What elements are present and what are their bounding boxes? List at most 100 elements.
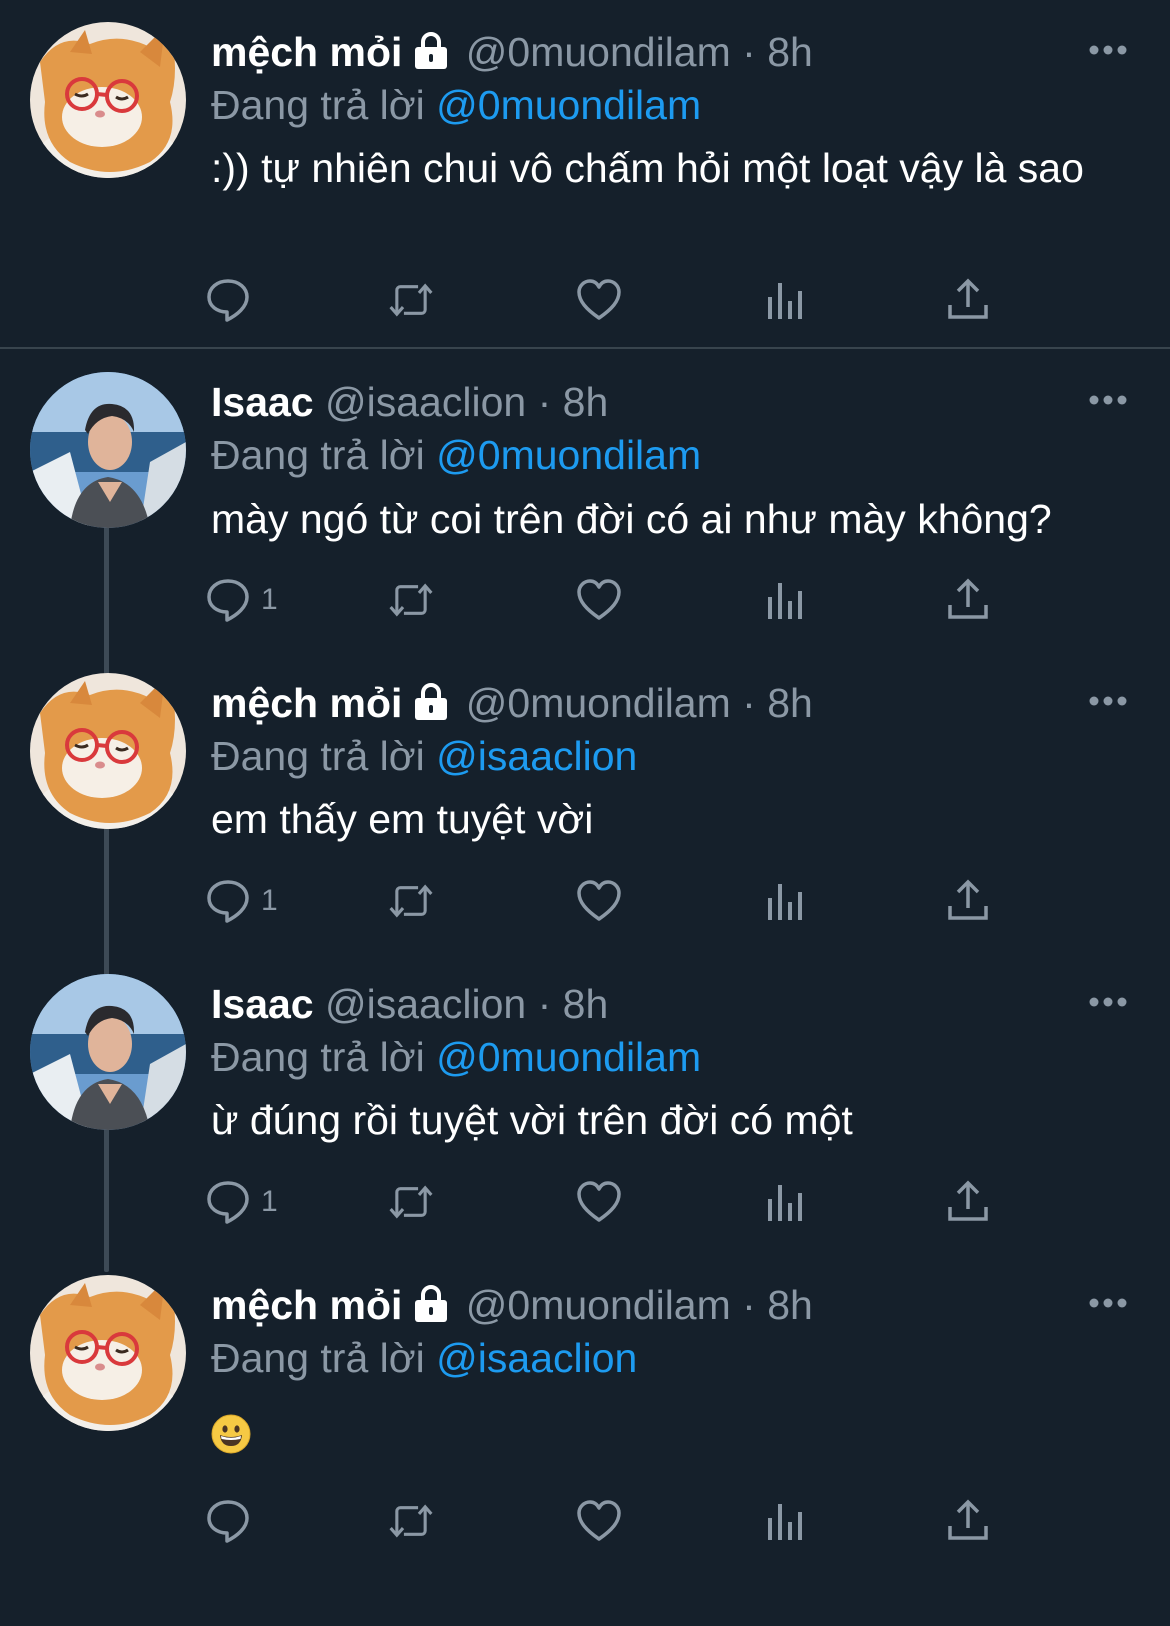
man-avatar <box>30 372 186 528</box>
replying-to: Đang trả lời @isaaclion <box>211 1332 637 1384</box>
cat-avatar <box>30 1275 186 1431</box>
avatar[interactable] <box>30 1275 186 1431</box>
retweet-button[interactable] <box>388 876 434 926</box>
reply-icon <box>207 279 249 322</box>
retweet-icon <box>389 1504 433 1538</box>
avatar[interactable] <box>30 372 186 528</box>
more-icon[interactable] <box>1088 394 1128 406</box>
views-button[interactable] <box>762 275 808 325</box>
views-button[interactable] <box>762 876 808 926</box>
reply-count: 1 <box>261 583 278 616</box>
timestamp[interactable]: 8h <box>767 29 813 75</box>
handle[interactable]: @0muondilam <box>466 1282 731 1328</box>
tweet-actions: 1 <box>0 876 1170 926</box>
replying-to-label: Đang trả lời <box>211 733 425 779</box>
tweet-header: Isaac @isaaclion · 8h <box>211 978 608 1030</box>
timestamp[interactable]: 8h <box>767 680 813 726</box>
tweet-text: ừ đúng rồi tuyệt vời trên đời có một <box>211 1097 853 1143</box>
tweet[interactable]: Isaac @isaaclion · 8h Đang trả lời @0muo… <box>0 952 1170 1252</box>
handle[interactable]: @isaaclion <box>325 379 526 425</box>
share-icon <box>948 879 988 920</box>
reply-button[interactable]: 1 <box>205 1177 278 1227</box>
retweet-button[interactable] <box>388 275 434 325</box>
avatar[interactable] <box>30 673 186 829</box>
display-name[interactable]: mệch mỏi <box>211 29 402 75</box>
timestamp[interactable]: 8h <box>767 1282 813 1328</box>
mention-link[interactable]: @isaaclion <box>436 1335 637 1381</box>
reply-button[interactable] <box>205 1496 261 1546</box>
tweet-actions <box>0 1496 1170 1546</box>
more-icon[interactable] <box>1088 695 1128 707</box>
reply-count: 1 <box>261 1185 278 1218</box>
views-icon <box>768 583 802 619</box>
tweet[interactable]: mệch mỏi @0muondilam · 8h Đang trả lời @… <box>0 1253 1170 1626</box>
lock-icon <box>415 683 448 721</box>
views-button[interactable] <box>762 1496 808 1546</box>
separator: · <box>742 29 756 75</box>
share-button[interactable] <box>945 575 991 625</box>
avatar[interactable] <box>30 22 186 178</box>
views-button[interactable] <box>762 575 808 625</box>
share-icon <box>948 1180 988 1221</box>
replying-to-label: Đang trả lời <box>211 1034 425 1080</box>
like-button[interactable] <box>576 575 622 625</box>
like-button[interactable] <box>576 1496 622 1546</box>
tweet[interactable]: mệch mỏi @0muondilam · 8h Đang trả lời @… <box>0 651 1170 951</box>
share-button[interactable] <box>945 275 991 325</box>
handle[interactable]: @0muondilam <box>466 29 731 75</box>
like-button[interactable] <box>576 876 622 926</box>
retweet-icon <box>389 283 433 317</box>
share-icon <box>948 578 988 619</box>
share-button[interactable] <box>945 1496 991 1546</box>
handle[interactable]: @isaaclion <box>325 981 526 1027</box>
reply-icon <box>207 1500 249 1543</box>
retweet-button[interactable] <box>388 575 434 625</box>
retweet-button[interactable] <box>388 1496 434 1546</box>
separator: · <box>537 379 552 425</box>
replying-to-label: Đang trả lời <box>211 432 425 478</box>
cat-avatar <box>30 673 186 829</box>
like-button[interactable] <box>576 1177 622 1227</box>
replying-to-label: Đang trả lời <box>211 82 425 128</box>
more-icon[interactable] <box>1088 1297 1128 1309</box>
mention-link[interactable]: @isaaclion <box>436 733 637 779</box>
views-icon <box>768 1504 802 1540</box>
views-button[interactable] <box>762 1177 808 1227</box>
mention-link[interactable]: @0muondilam <box>436 82 701 128</box>
heart-icon <box>577 880 621 921</box>
more-icon[interactable] <box>1088 44 1128 56</box>
share-button[interactable] <box>945 1177 991 1227</box>
views-icon <box>768 283 802 319</box>
timestamp[interactable]: 8h <box>563 981 609 1027</box>
reply-icon <box>207 1181 249 1224</box>
replying-to: Đang trả lời @0muondilam <box>211 1031 701 1083</box>
tweet[interactable]: mệch mỏi @0muondilam · 8h Đang trả lời @… <box>0 0 1170 346</box>
share-icon <box>948 278 988 319</box>
retweet-button[interactable] <box>388 1177 434 1227</box>
man-avatar <box>30 974 186 1130</box>
retweet-icon <box>389 884 433 918</box>
mention-link[interactable]: @0muondilam <box>436 1034 701 1080</box>
more-icon[interactable] <box>1088 996 1128 1008</box>
reply-button[interactable] <box>205 275 261 325</box>
like-button[interactable] <box>576 275 622 325</box>
reply-icon <box>207 579 249 622</box>
reply-button[interactable]: 1 <box>205 876 278 926</box>
tweet[interactable]: Isaac @isaaclion · 8h Đang trả lời @0muo… <box>0 350 1170 650</box>
tweet-header: mệch mỏi @0muondilam · 8h <box>211 1279 813 1331</box>
heart-icon <box>577 579 621 620</box>
replying-to: Đang trả lời @0muondilam <box>211 429 701 481</box>
share-icon <box>948 1499 988 1540</box>
cat-avatar <box>30 22 186 178</box>
display-name[interactable]: mệch mỏi <box>211 1282 402 1328</box>
display-name[interactable]: Isaac <box>211 379 314 425</box>
mention-link[interactable]: @0muondilam <box>436 432 701 478</box>
share-button[interactable] <box>945 876 991 926</box>
timestamp[interactable]: 8h <box>563 379 609 425</box>
avatar[interactable] <box>30 974 186 1130</box>
display-name[interactable]: mệch mỏi <box>211 680 402 726</box>
display-name[interactable]: Isaac <box>211 981 314 1027</box>
reply-button[interactable]: 1 <box>205 575 278 625</box>
handle[interactable]: @0muondilam <box>466 680 731 726</box>
retweet-icon <box>389 583 433 617</box>
